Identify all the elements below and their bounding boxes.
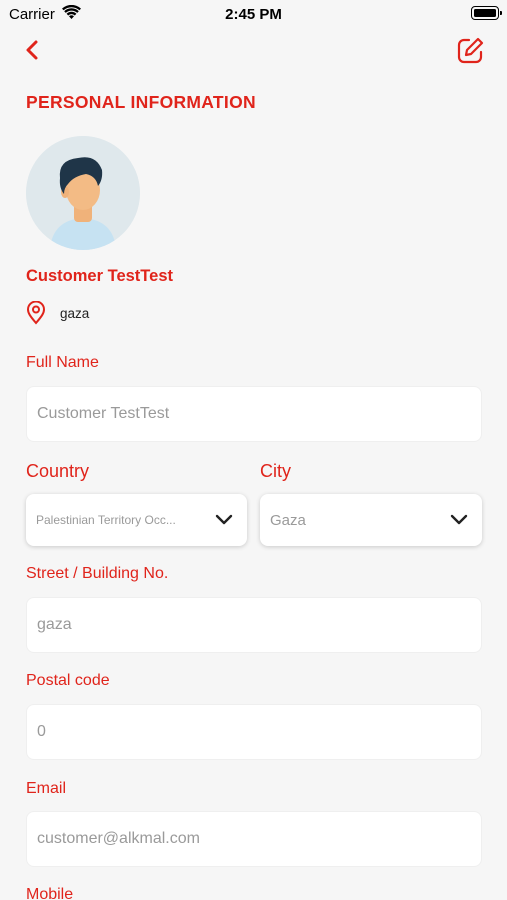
edit-button[interactable] xyxy=(456,36,485,65)
postal-code-placeholder: 0 xyxy=(37,723,46,740)
city-label: City xyxy=(260,461,291,481)
chevron-down-icon xyxy=(450,514,468,525)
user-avatar-icon xyxy=(26,136,140,250)
profile-location: gaza xyxy=(26,301,89,325)
avatar[interactable] xyxy=(26,136,140,250)
street-field[interactable]: gaza xyxy=(26,597,482,653)
postal-code-field[interactable]: 0 xyxy=(26,704,482,760)
battery-icon xyxy=(471,6,502,20)
page-title: PERSONAL INFORMATION xyxy=(26,92,256,112)
profile-name: Customer TestTest xyxy=(26,267,174,285)
street-placeholder: gaza xyxy=(37,616,72,633)
full-name-label: Full Name xyxy=(26,354,99,371)
city-value: Gaza xyxy=(270,511,306,529)
email-field[interactable]: customer@alkmal.com xyxy=(26,811,482,867)
country-value: Palestinian Territory Occ... xyxy=(36,513,176,527)
status-time: 2:45 PM xyxy=(225,6,282,23)
location-text: gaza xyxy=(60,305,90,321)
edit-icon xyxy=(457,37,484,64)
email-placeholder: customer@alkmal.com xyxy=(37,830,200,847)
email-label: Email xyxy=(26,780,67,797)
full-name-placeholder: Customer TestTest xyxy=(37,405,170,422)
full-name-field[interactable]: Customer TestTest xyxy=(26,386,482,442)
city-select[interactable]: Gaza xyxy=(260,494,482,546)
back-button[interactable] xyxy=(22,38,44,62)
chevron-left-icon xyxy=(26,40,38,60)
postal-code-label: Postal code xyxy=(26,672,110,689)
country-label: Country xyxy=(26,461,90,481)
mobile-label: Mobile xyxy=(26,886,74,900)
country-select[interactable]: Palestinian Territory Occ... xyxy=(26,494,247,546)
map-pin-icon xyxy=(26,301,46,325)
chevron-down-icon xyxy=(215,514,233,525)
status-bar: Carrier 2:45 PM xyxy=(0,0,507,28)
street-label: Street / Building No. xyxy=(26,565,169,582)
